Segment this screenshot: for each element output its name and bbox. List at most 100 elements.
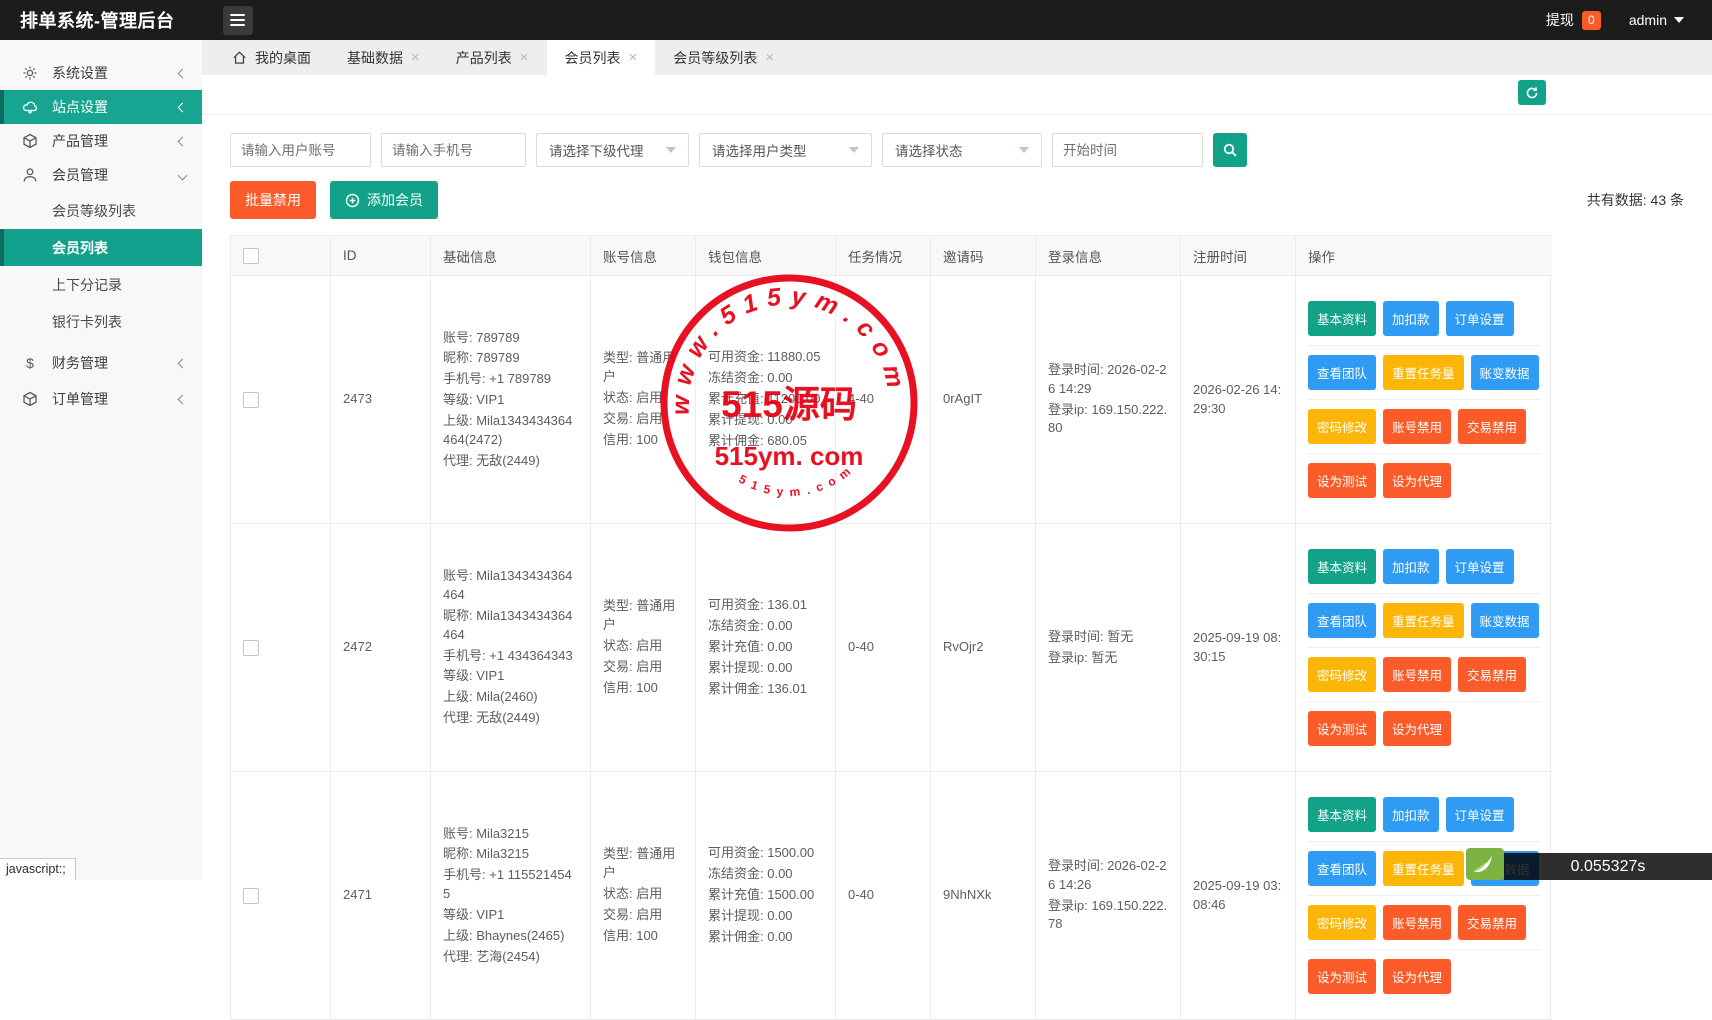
plus-circle-icon (345, 193, 360, 208)
sidebar-item-product-management[interactable]: 产品管理 (0, 124, 202, 158)
select-all-checkbox[interactable] (243, 248, 259, 264)
start-time-input[interactable] (1052, 133, 1203, 167)
chevron-down-icon (1674, 17, 1684, 23)
chevron-down-icon (849, 147, 859, 153)
sidebar-item-finance-management[interactable]: $ 财务管理 (0, 346, 202, 380)
agent-select[interactable]: 请选择下级代理 (536, 133, 689, 167)
sidebar-item-order-management[interactable]: 订单管理 (0, 382, 202, 416)
action-view-team[interactable]: 查看团队 (1308, 851, 1376, 886)
action-disable-account[interactable]: 账号禁用 (1383, 657, 1451, 692)
dollar-icon: $ (22, 355, 38, 371)
main-content: 请选择下级代理 请选择用户类型 请选择状态 批量禁用 添加会员 共有数据: 43… (202, 75, 1712, 880)
action-reset-tasks[interactable]: 重置任务量 (1383, 355, 1464, 390)
action-order-setting[interactable]: 订单设置 (1446, 549, 1514, 584)
action-add-deduct[interactable]: 加扣款 (1383, 549, 1439, 584)
cell-id: 2473 (331, 276, 431, 524)
sidebar-item-member-list[interactable]: 会员列表 (0, 229, 202, 266)
action-view-team[interactable]: 查看团队 (1308, 603, 1376, 638)
action-disable-trade[interactable]: 交易禁用 (1458, 657, 1526, 692)
cell-invite-code: 9NhNXk (931, 772, 1036, 1020)
add-member-button[interactable]: 添加会员 (330, 181, 438, 219)
action-set-agent[interactable]: 设为代理 (1383, 711, 1451, 746)
action-order-setting[interactable]: 订单设置 (1446, 797, 1514, 832)
action-set-agent[interactable]: 设为代理 (1383, 959, 1451, 994)
chevron-left-icon (178, 102, 188, 112)
cell-wallet-info: 可用资金: 1500.00 冻结资金: 0.00 累计充值: 1500.00 累… (696, 772, 836, 1020)
tab-basic-data[interactable]: 基础数据 × (329, 40, 438, 75)
top-bar: 排单系统-管理后台 提现 0 admin (0, 0, 1712, 40)
action-reset-tasks[interactable]: 重置任务量 (1383, 851, 1464, 886)
search-icon (1222, 142, 1238, 158)
action-disable-trade[interactable]: 交易禁用 (1458, 905, 1526, 940)
sidebar-item-score-records[interactable]: 上下分记录 (0, 266, 202, 303)
usertype-select[interactable]: 请选择用户类型 (699, 133, 872, 167)
action-add-deduct[interactable]: 加扣款 (1383, 301, 1439, 336)
col-header-login: 登录信息 (1036, 236, 1181, 276)
refresh-button[interactable] (1518, 80, 1546, 105)
action-view-team[interactable]: 查看团队 (1308, 355, 1376, 390)
action-basic-info[interactable]: 基本资料 (1308, 797, 1376, 832)
home-icon (232, 50, 247, 65)
withdraw-count-badge: 0 (1582, 11, 1601, 30)
close-icon[interactable]: × (520, 50, 529, 65)
close-icon[interactable]: × (411, 50, 420, 65)
close-icon[interactable]: × (629, 50, 638, 65)
action-basic-info[interactable]: 基本资料 (1308, 549, 1376, 584)
cell-basic-info: 账号: 789789 昵称: 789789 手机号: +1 789789 等级:… (431, 276, 591, 524)
toolbar: 批量禁用 添加会员 共有数据: 43 条 (230, 181, 1684, 219)
cell-account-info: 类型: 普通用户 状态: 启用 交易: 启用 信用: 100 (591, 524, 696, 772)
cell-task: 0-40 (836, 772, 931, 1020)
member-table: ID 基础信息 账号信息 钱包信息 任务情况 邀请码 登录信息 注册时间 操作 … (230, 235, 1551, 1020)
chevron-down-icon (178, 170, 188, 180)
refresh-icon (1525, 86, 1539, 100)
sidebar-item-bank-card-list[interactable]: 银行卡列表 (0, 303, 202, 340)
action-basic-info[interactable]: 基本资料 (1308, 301, 1376, 336)
row-checkbox[interactable] (243, 640, 259, 656)
action-change-password[interactable]: 密码修改 (1308, 657, 1376, 692)
app-title: 排单系统-管理后台 (20, 7, 175, 33)
sidebar-item-label: 站点设置 (52, 97, 108, 117)
account-search-input[interactable] (230, 133, 371, 167)
col-header-basic: 基础信息 (431, 236, 591, 276)
withdraw-link[interactable]: 提现 0 (1546, 10, 1601, 30)
sidebar-item-member-level-list[interactable]: 会员等级列表 (0, 192, 202, 229)
action-set-agent[interactable]: 设为代理 (1383, 463, 1451, 498)
action-set-test[interactable]: 设为测试 (1308, 959, 1376, 994)
action-set-test[interactable]: 设为测试 (1308, 711, 1376, 746)
action-account-change-data[interactable]: 账变数据 (1471, 355, 1539, 390)
close-icon[interactable]: × (765, 50, 774, 65)
tab-bar: 我的桌面 基础数据 × 产品列表 × 会员列表 × 会员等级列表 × (202, 40, 1712, 75)
row-checkbox[interactable] (243, 888, 259, 904)
sidebar-item-site-settings[interactable]: 站点设置 (0, 90, 202, 124)
col-header-register: 注册时间 (1181, 236, 1296, 276)
cell-invite-code: RvOjr2 (931, 524, 1036, 772)
action-change-password[interactable]: 密码修改 (1308, 905, 1376, 940)
action-change-password[interactable]: 密码修改 (1308, 409, 1376, 444)
cell-account-info: 类型: 普通用户 状态: 启用 交易: 启用 信用: 100 (591, 772, 696, 1020)
action-disable-account[interactable]: 账号禁用 (1383, 905, 1451, 940)
tab-product-list[interactable]: 产品列表 × (438, 40, 547, 75)
tab-member-level-list[interactable]: 会员等级列表 × (655, 40, 792, 75)
hamburger-menu-icon[interactable] (223, 6, 253, 35)
action-add-deduct[interactable]: 加扣款 (1383, 797, 1439, 832)
batch-disable-button[interactable]: 批量禁用 (230, 181, 316, 219)
row-checkbox[interactable] (243, 392, 259, 408)
tab-member-list[interactable]: 会员列表 × (547, 40, 656, 75)
cell-task: 0-40 (836, 524, 931, 772)
phone-search-input[interactable] (381, 133, 526, 167)
user-menu[interactable]: admin (1629, 12, 1684, 28)
search-button[interactable] (1213, 133, 1247, 167)
col-header-task: 任务情况 (836, 236, 931, 276)
action-order-setting[interactable]: 订单设置 (1446, 301, 1514, 336)
action-account-change-data[interactable]: 账变数据 (1471, 603, 1539, 638)
action-disable-trade[interactable]: 交易禁用 (1458, 409, 1526, 444)
action-reset-tasks[interactable]: 重置任务量 (1383, 603, 1464, 638)
sidebar-item-system-settings[interactable]: 系统设置 (0, 56, 202, 90)
action-set-test[interactable]: 设为测试 (1308, 463, 1376, 498)
browser-status-text: javascript:; (0, 858, 76, 880)
cell-basic-info: 账号: Mila1343434364464 昵称: Mila1343434364… (431, 524, 591, 772)
sidebar-item-member-management[interactable]: 会员管理 (0, 158, 202, 192)
action-disable-account[interactable]: 账号禁用 (1383, 409, 1451, 444)
status-select[interactable]: 请选择状态 (882, 133, 1042, 167)
tab-my-desktop[interactable]: 我的桌面 (214, 40, 329, 75)
